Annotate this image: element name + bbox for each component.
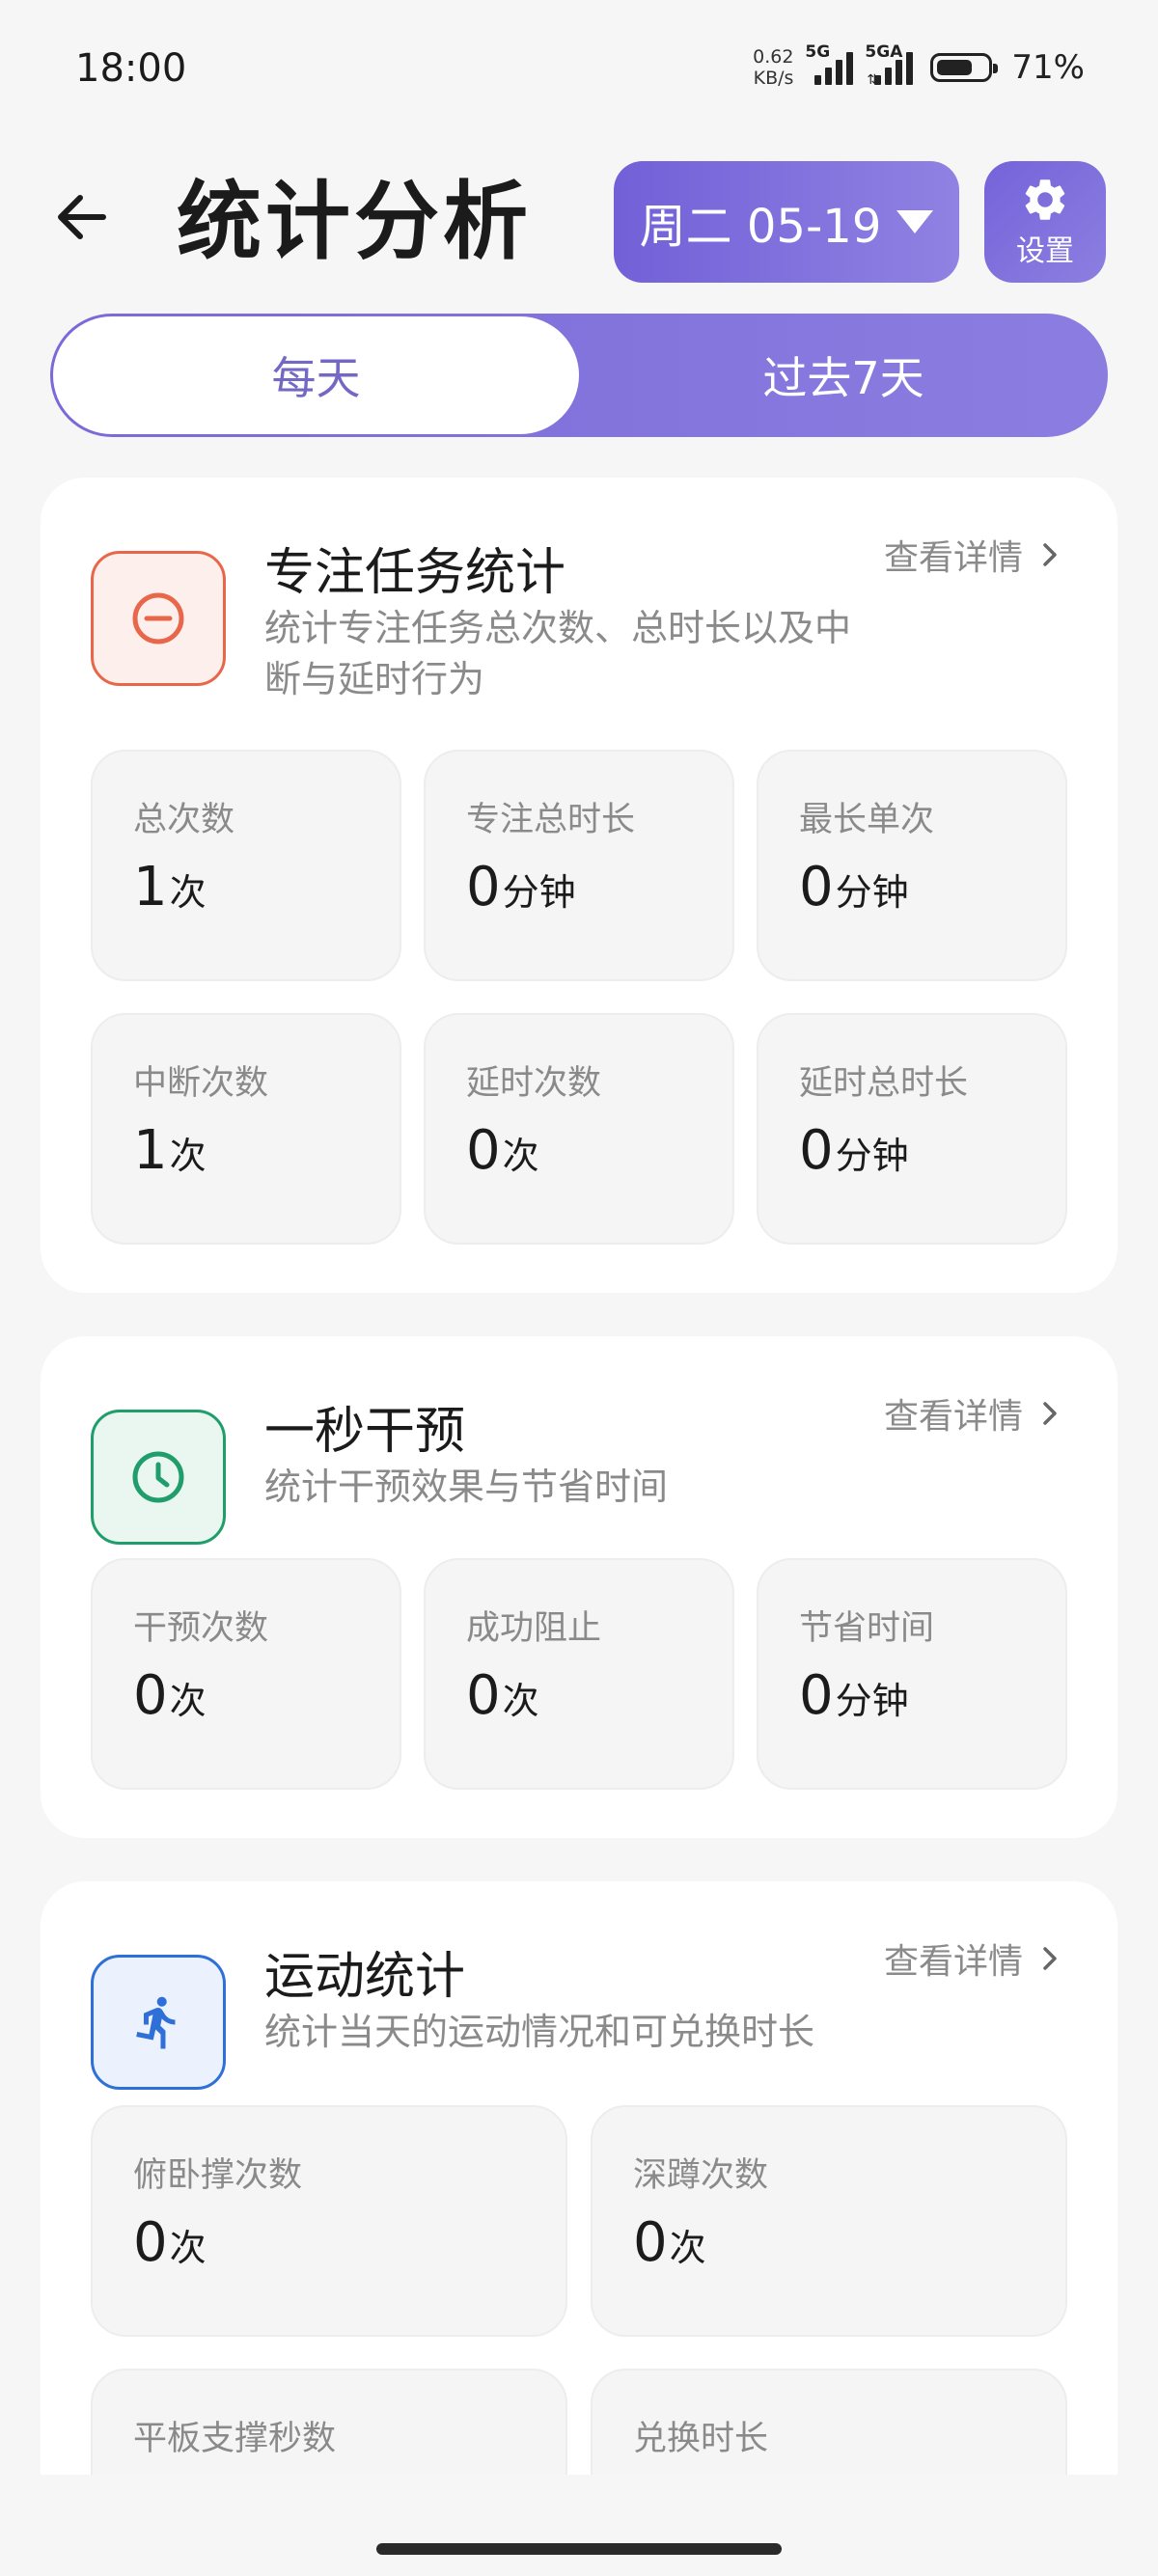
minus-circle-icon [132, 592, 184, 644]
stats-screen: 18:00 0.62 KB/s 5G 5GA ⇅ 71% 统计分析 周二 05-… [0, 0, 1158, 2576]
stat-label: 中断次数 [133, 1064, 269, 1103]
stat-label: 成功阻止 [466, 1609, 602, 1648]
period-tabs: 过去7天 每天 [50, 314, 1108, 437]
stat-label: 俯卧撑次数 [133, 2156, 303, 2195]
stat-value: 0分钟 [799, 1664, 909, 1727]
exercise-icon-box [91, 1955, 226, 2090]
stat-squat-count: 深蹲次数 0次 [591, 2105, 1067, 2337]
stat-label: 深蹲次数 [633, 2156, 769, 2195]
card-description: 统计专注任务总次数、总时长以及中断与延时行为 [264, 607, 852, 700]
stat-label: 平板支撑秒数 [133, 2420, 337, 2458]
status-bar: 18:00 0.62 KB/s 5G 5GA ⇅ 71% [0, 0, 1158, 140]
focus-view-details-link[interactable]: 查看详情 [884, 530, 1060, 580]
stat-value: 0分钟 [799, 1119, 909, 1182]
signal-5ga-icon: 5GA ⇅ [865, 42, 914, 89]
stat-longest-session: 最长单次 0分钟 [757, 750, 1067, 981]
stat-label: 总次数 [133, 801, 235, 839]
stat-value: 1次 [133, 1119, 207, 1182]
stat-value: 0次 [133, 2211, 207, 2274]
stat-label: 延时总时长 [799, 1064, 969, 1103]
stat-value: 0次 [633, 2211, 706, 2274]
stat-pushup-count: 俯卧撑次数 0次 [91, 2105, 567, 2337]
caret-down-icon [896, 210, 934, 233]
detail-label: 查看详情 [883, 1397, 1023, 1437]
stat-value: 1次 [133, 856, 207, 918]
stat-blocked-count: 成功阻止 0次 [424, 1558, 734, 1790]
stat-label: 兑换时长 [633, 2420, 769, 2458]
tab-daily[interactable]: 每天 [53, 316, 579, 434]
home-indicator[interactable] [376, 2543, 782, 2555]
card-description: 统计当天的运动情况和可兑换时长 [264, 2011, 815, 2053]
card-title: 专注任务统计 [264, 544, 566, 602]
stat-value: 0次 [133, 1664, 207, 1727]
arrow-left-icon [58, 195, 106, 239]
stat-label: 干预次数 [133, 1609, 269, 1648]
stat-interrupt-count: 中断次数 1次 [91, 1013, 401, 1245]
network-speed-value: 0.62 [753, 46, 794, 68]
intervention-stats-card: 一秒干预 统计干预效果与节省时间 查看详情 干预次数 0次 成功阻止 0次 节省… [41, 1336, 1117, 1838]
tab-past-7-days[interactable]: 过去7天 [579, 314, 1108, 437]
battery-percent: 71% [1011, 48, 1085, 87]
status-time: 18:00 [75, 46, 187, 91]
exercise-stats-card: 运动统计 统计当天的运动情况和可兑换时长 查看详情 俯卧撑次数 0次 深蹲次数 … [41, 1881, 1117, 2576]
signal-5g-icon: 5G [805, 42, 854, 89]
stat-intervention-count: 干预次数 0次 [91, 1558, 401, 1790]
stat-label: 最长单次 [799, 801, 935, 839]
clock-icon [132, 1451, 184, 1503]
network-speed: 0.62 KB/s [753, 46, 793, 89]
stat-delay-count: 延时次数 0次 [424, 1013, 734, 1245]
card-title: 运动统计 [264, 1948, 466, 2006]
gear-icon [1025, 179, 1065, 220]
stat-total-count: 总次数 1次 [91, 750, 401, 981]
card-description: 统计干预效果与节省时间 [264, 1466, 669, 1508]
settings-button[interactable]: 设置 [984, 161, 1106, 283]
stat-focus-duration: 专注总时长 0分钟 [424, 750, 734, 981]
detail-label: 查看详情 [883, 538, 1023, 578]
chevron-right-icon [1043, 1947, 1057, 1970]
intervention-view-details-link[interactable]: 查看详情 [884, 1388, 1060, 1439]
date-picker-button[interactable]: 周二 05-19 [614, 161, 959, 283]
date-label: 周二 05-19 [639, 200, 882, 254]
card-title: 一秒干预 [264, 1403, 466, 1461]
navigation-bar-area [0, 2475, 1158, 2576]
intervention-icon-box [91, 1410, 226, 1545]
stat-delay-duration: 延时总时长 0分钟 [757, 1013, 1067, 1245]
stat-value: 0分钟 [799, 856, 909, 918]
stat-label: 专注总时长 [466, 801, 636, 839]
stat-label: 节省时间 [799, 1609, 935, 1648]
back-button[interactable] [48, 183, 116, 251]
settings-label: 设置 [1016, 234, 1074, 268]
network-speed-unit: KB/s [753, 68, 794, 89]
chevron-right-icon [1043, 543, 1057, 566]
stat-label: 延时次数 [466, 1064, 602, 1103]
focus-stats-card: 专注任务统计 统计专注任务总次数、总时长以及中断与延时行为 查看详情 总次数 1… [41, 478, 1117, 1293]
running-icon [136, 1996, 176, 2049]
stat-value: 0次 [466, 1119, 539, 1182]
stat-saved-time: 节省时间 0分钟 [757, 1558, 1067, 1790]
battery-icon [930, 53, 999, 82]
page-title: 统计分析 [177, 172, 533, 271]
stat-value: 0分钟 [466, 856, 576, 918]
status-icons: 0.62 KB/s 5G 5GA ⇅ 71% [753, 42, 1085, 93]
focus-icon-box [91, 551, 226, 686]
stat-value: 0次 [466, 1664, 539, 1727]
detail-label: 查看详情 [883, 1942, 1023, 1982]
exercise-view-details-link[interactable]: 查看详情 [884, 1933, 1060, 1984]
chevron-right-icon [1043, 1402, 1057, 1425]
